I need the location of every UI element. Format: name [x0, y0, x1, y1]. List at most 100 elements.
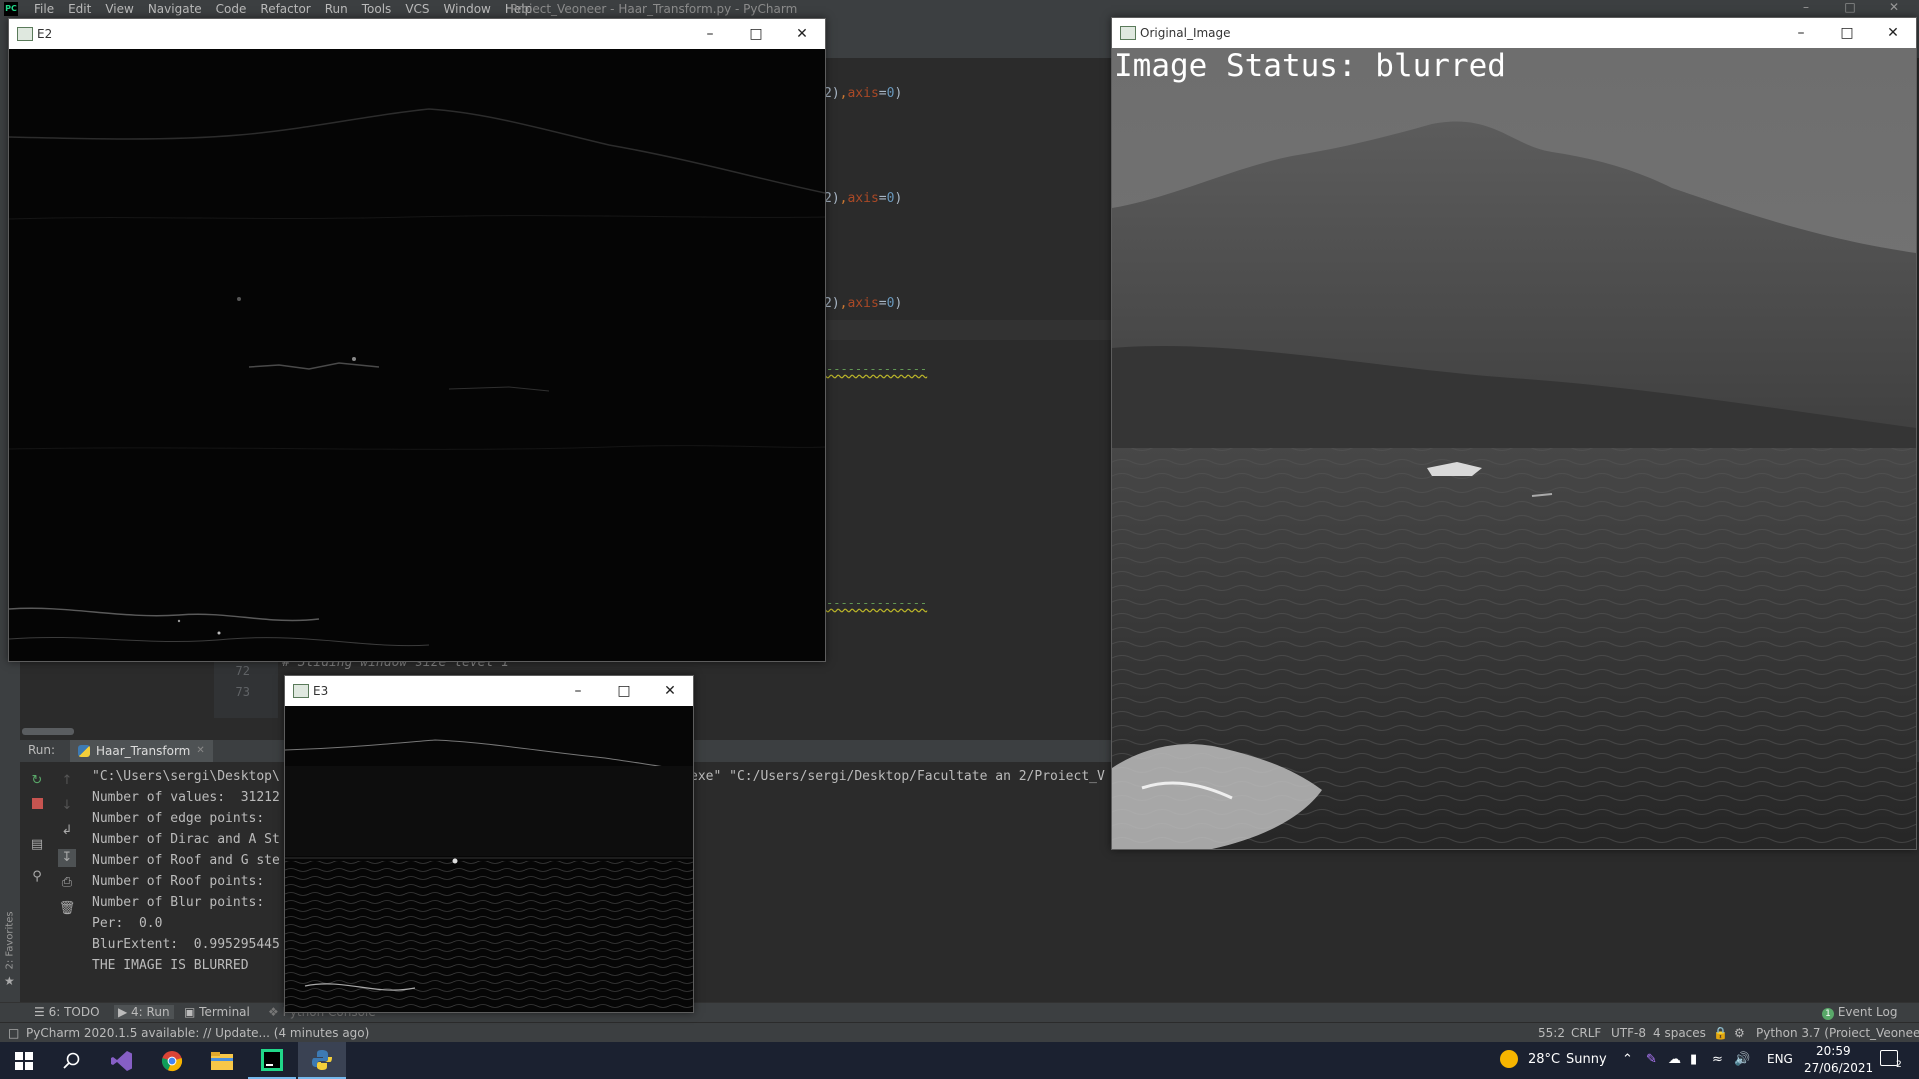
window-original-titlebar[interactable]: Original_Image – □ ✕ — [1112, 18, 1916, 48]
code-dash-comment-1[interactable]: -------------- — [826, 362, 927, 376]
weather-temp[interactable]: 28°C — [1528, 1052, 1560, 1067]
chrome-icon[interactable] — [148, 1042, 196, 1079]
menu-view[interactable]: View — [105, 2, 141, 16]
window-app-icon — [293, 684, 309, 698]
wifi-icon[interactable]: ≈ — [1712, 1052, 1723, 1067]
pin-icon[interactable]: ⚲ — [28, 868, 46, 886]
code-dash-comment-2[interactable]: -------------- — [826, 596, 927, 610]
ide-close-button[interactable]: ✕ — [1874, 0, 1914, 18]
input-language[interactable]: ENG — [1767, 1052, 1793, 1066]
menu-file[interactable]: File — [34, 2, 62, 16]
console-line: Number of Roof points: — [92, 874, 265, 889]
weather-sun-icon[interactable] — [1500, 1050, 1518, 1072]
menu-edit[interactable]: Edit — [68, 2, 99, 16]
console-output[interactable]: "C:\Users\sergi\Desktop\ Number of value… — [92, 766, 280, 976]
trash-icon[interactable]: 🗑 — [58, 900, 76, 918]
status-toggle-icon[interactable]: □ — [8, 1026, 19, 1040]
close-button[interactable]: ✕ — [647, 676, 693, 706]
update-message[interactable]: PyCharm 2020.1.5 available: // Update...… — [26, 1026, 369, 1040]
menu-bar: PC File Edit View Navigate Code Refactor… — [0, 0, 1919, 18]
menu-refactor[interactable]: Refactor — [260, 2, 318, 16]
code-line-axis-1[interactable]: 2),axis=0) — [824, 86, 902, 101]
window-e2[interactable]: E2 – □ ✕ — [8, 18, 826, 662]
python-file-icon — [78, 745, 90, 757]
search-icon[interactable] — [48, 1042, 96, 1079]
code-line-axis-3[interactable]: 2),axis=0) — [824, 296, 902, 311]
file-explorer-icon[interactable] — [198, 1042, 246, 1079]
weather-desc[interactable]: Sunny — [1566, 1052, 1607, 1067]
visual-studio-icon[interactable] — [98, 1042, 146, 1079]
ide-minimize-button[interactable]: – — [1786, 0, 1826, 18]
minimize-button[interactable]: – — [555, 676, 601, 706]
window-e2-titlebar[interactable]: E2 – □ ✕ — [9, 19, 825, 49]
event-log-tab[interactable]: 1 Event Log — [1822, 1005, 1897, 1020]
window-original-image[interactable]: Original_Image – □ ✕ Image Status: blurr… — [1111, 17, 1917, 850]
event-count-badge: 1 — [1822, 1008, 1834, 1020]
close-button[interactable]: ✕ — [1870, 18, 1916, 48]
rerun-icon[interactable]: ↻ — [28, 772, 46, 790]
close-button[interactable]: ✕ — [779, 19, 825, 49]
menu-window[interactable]: Window — [444, 2, 499, 16]
notification-count: 2 — [1896, 1060, 1902, 1070]
python-taskbar-icon[interactable] — [298, 1042, 346, 1079]
onedrive-cloud-icon[interactable]: ☁ — [1668, 1052, 1681, 1067]
menu-code[interactable]: Code — [216, 2, 255, 16]
scroll-to-end-icon[interactable]: ↧ — [58, 849, 76, 867]
run-tool-tab-label: 4: Run — [131, 1005, 170, 1019]
caret-position[interactable]: 55:2 — [1538, 1026, 1565, 1040]
windows-taskbar: 28°C Sunny ⌃ ✎ ☁ ▮ ≈ 🔊 ENG 20:59 27/06/2… — [0, 1042, 1919, 1079]
window-e3-titlebar[interactable]: E3 – □ ✕ — [285, 676, 693, 706]
favorites-label[interactable]: 2: Favorites — [5, 910, 16, 969]
python-interpreter[interactable]: Python 3.7 (Proiect_Veoneer) — [1756, 1026, 1919, 1040]
list-icon: ☰ — [34, 1005, 49, 1019]
window-e3[interactable]: E3 – □ ✕ — [284, 675, 694, 1013]
code-keyword-arg: axis — [847, 86, 879, 101]
code-line-axis-2[interactable]: 2),axis=0) — [824, 191, 902, 206]
maximize-button[interactable]: □ — [1824, 18, 1870, 48]
ide-maximize-button[interactable]: □ — [1830, 0, 1870, 18]
console-command-tail: exe" "C:/Users/sergi/Desktop/Facultate a… — [690, 769, 1105, 784]
minimize-button[interactable]: – — [687, 19, 733, 49]
run-tab-haar-transform[interactable]: Haar_Transform ✕ — [70, 740, 213, 762]
tray-chevron-up-icon[interactable]: ⌃ — [1622, 1052, 1633, 1067]
lock-icon[interactable]: 🔒 — [1713, 1026, 1728, 1040]
line-number: 72 — [235, 664, 250, 678]
stop-icon[interactable] — [28, 797, 46, 815]
layout-icon[interactable]: ▤ — [28, 836, 46, 854]
menu-vcs[interactable]: VCS — [405, 2, 437, 16]
horizontal-scrollbar[interactable] — [22, 728, 74, 735]
clock-date[interactable]: 27/06/2021 — [1804, 1061, 1873, 1075]
run-tool-tab[interactable]: ▶ 4: Run — [114, 1005, 174, 1019]
favorites-strip[interactable]: 2: Favorites ★ — [2, 910, 18, 990]
edge-map-e3-image — [285, 706, 693, 1012]
soft-wrap-icon[interactable]: ↲ — [58, 822, 76, 840]
menu-run[interactable]: Run — [325, 2, 356, 16]
maximize-button[interactable]: □ — [733, 19, 779, 49]
menu-tools[interactable]: Tools — [362, 2, 400, 16]
battery-icon[interactable]: ▮ — [1690, 1052, 1697, 1067]
code-paren: ) — [894, 296, 903, 311]
window-e2-title: E2 — [37, 27, 53, 41]
windows-start-icon[interactable] — [0, 1042, 48, 1079]
menu-navigate[interactable]: Navigate — [148, 2, 210, 16]
todo-tab[interactable]: ☰ 6: TODO — [34, 1005, 100, 1019]
interpreter-icon: ⚙ — [1734, 1026, 1745, 1040]
down-arrow-icon[interactable]: ↓ — [58, 797, 76, 815]
line-separator[interactable]: CRLF — [1571, 1026, 1601, 1040]
up-arrow-icon[interactable]: ↑ — [58, 772, 76, 790]
volume-icon[interactable]: 🔊 — [1734, 1052, 1750, 1067]
image-status-overlay: Image Status: blurred — [1114, 48, 1506, 84]
console-line: BlurExtent: 0.995295445 — [92, 937, 280, 952]
minimize-button[interactable]: – — [1778, 18, 1824, 48]
print-icon[interactable]: ⎙ — [58, 874, 76, 892]
console-line: Number of edge points: — [92, 811, 265, 826]
file-encoding[interactable]: UTF-8 — [1611, 1026, 1646, 1040]
clock-time[interactable]: 20:59 — [1816, 1044, 1851, 1058]
maximize-button[interactable]: □ — [601, 676, 647, 706]
pen-icon[interactable]: ✎ — [1646, 1052, 1657, 1067]
indent-setting[interactable]: 4 spaces — [1653, 1026, 1706, 1040]
terminal-tab[interactable]: ▣ Terminal — [184, 1005, 250, 1019]
close-tab-icon[interactable]: ✕ — [196, 740, 204, 762]
code-fragment: 2) — [824, 191, 840, 206]
pycharm-taskbar-icon[interactable] — [248, 1042, 296, 1079]
